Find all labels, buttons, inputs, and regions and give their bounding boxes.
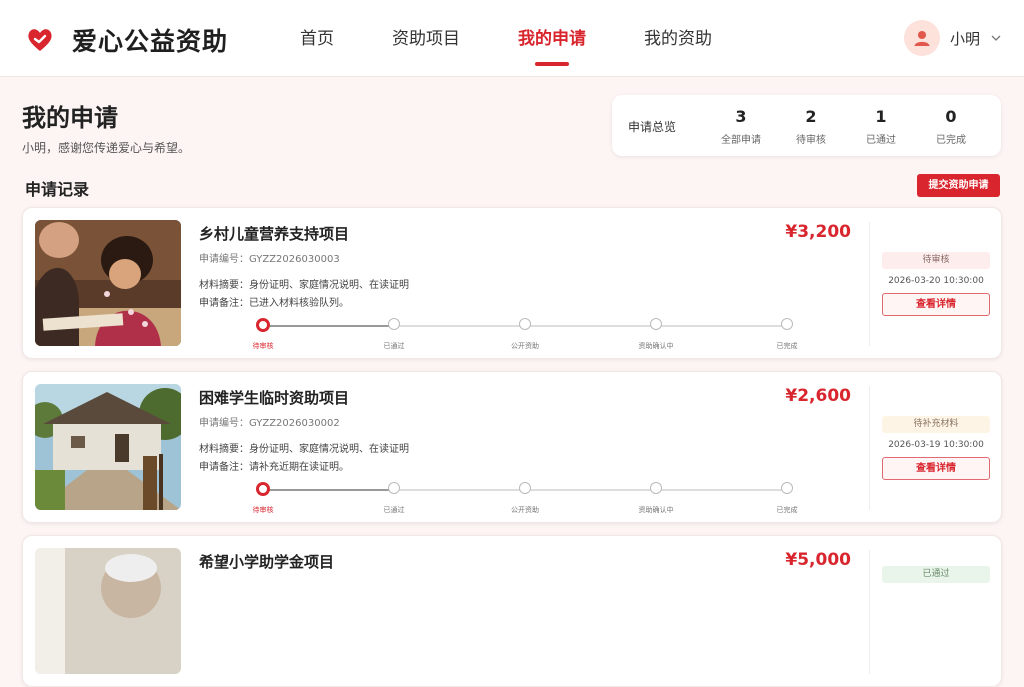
- divider: [869, 386, 870, 510]
- status-badge: 待审核: [882, 252, 990, 269]
- stat-value: 2: [805, 107, 817, 126]
- project-title: 困难学生临时资助项目: [199, 389, 350, 407]
- step-dot: [388, 318, 400, 330]
- step-dot: [519, 318, 531, 330]
- progress-line: [395, 489, 787, 491]
- step-confirming: 资助确认中: [639, 318, 674, 350]
- submitted-date: 2026-03-20 10:30:00: [888, 276, 984, 286]
- stat-value: 1: [875, 107, 887, 126]
- step-dot: [781, 318, 793, 330]
- step-completed: 已完成: [777, 482, 798, 514]
- step-confirming: 资助确认中: [639, 482, 674, 514]
- user-name: 小明: [949, 29, 980, 48]
- summary-label: 申请总览: [628, 120, 677, 134]
- step-approved: 已通过: [384, 318, 405, 350]
- step-label: 资助确认中: [638, 342, 674, 350]
- project-title: 乡村儿童营养支持项目: [199, 225, 350, 243]
- stat-completed: 0 已完成: [916, 107, 986, 146]
- step-dot: [650, 318, 662, 330]
- application-note: 申请备注：已进入材料核验队列。: [199, 298, 349, 309]
- step-completed: 已完成: [777, 318, 798, 350]
- step-dot: [781, 482, 793, 494]
- stat-approved: 1 已通过: [846, 107, 916, 146]
- application-card: 困难学生临时资助项目 申请编号：GYZZ2026030002 材料摘要：身份证明…: [22, 371, 1002, 523]
- page-title: 我的申请: [22, 104, 118, 132]
- submit-application-button[interactable]: 提交资助申请: [917, 174, 1000, 197]
- top-header: 爱心公益资助 首页 资助项目 我的申请 我的资助 小明: [0, 0, 1024, 77]
- step-label: 公开资助: [511, 342, 539, 350]
- submitted-date: 2026-03-19 10:30:00: [888, 440, 984, 450]
- application-code: 申请编号：GYZZ2026030002: [199, 418, 340, 429]
- step-label: 已完成: [776, 506, 798, 514]
- stat-label: 待审核: [796, 135, 826, 146]
- application-note: 申请备注：请补充近期在读证明。: [199, 462, 349, 473]
- step-approved: 已通过: [384, 482, 405, 514]
- brand[interactable]: 爱心公益资助: [26, 22, 228, 58]
- project-photo-village-house: [35, 384, 181, 510]
- step-public: 公开资助: [511, 318, 539, 350]
- progress-line-done: [263, 325, 395, 327]
- stat-label: 全部申请: [721, 135, 761, 146]
- step-public: 公开资助: [511, 482, 539, 514]
- step-label: 已通过: [383, 506, 405, 514]
- progress-line: [395, 325, 787, 327]
- summary-card: 申请总览 3 全部申请 2 待审核 1 已通过 0 已完成: [612, 95, 1001, 156]
- nav-my-applications-label: 我的申请: [518, 29, 586, 49]
- application-card: 希望小学助学金项目 ¥5,000 已通过: [22, 535, 1002, 687]
- nav-my-applications[interactable]: 我的申请: [518, 0, 586, 76]
- step-dot: [256, 482, 270, 496]
- step-label: 待审核: [252, 506, 274, 514]
- stat-value: 0: [945, 107, 957, 126]
- progress-line-done: [263, 489, 395, 491]
- main-nav: 首页 资助项目 我的申请 我的资助: [300, 0, 770, 76]
- project-photo-child-writing: [35, 220, 181, 346]
- divider: [869, 550, 870, 674]
- step-pending: 待审核: [253, 482, 274, 514]
- progress-tracker: 待审核 已通过 公开资助 资助确认中 已完成: [239, 313, 799, 350]
- step-label: 已通过: [383, 342, 405, 350]
- materials-summary: 材料摘要：身份证明、家庭情况说明、在读证明: [199, 444, 409, 455]
- step-label: 资助确认中: [638, 506, 674, 514]
- step-dot: [388, 482, 400, 494]
- requested-amount: ¥3,200: [785, 222, 851, 242]
- status-badge: 待补充材料: [882, 416, 990, 433]
- step-dot: [650, 482, 662, 494]
- heart-hand-logo-icon: [28, 29, 52, 51]
- user-menu[interactable]: 小明: [903, 20, 1002, 56]
- stat-label: 已完成: [936, 135, 966, 146]
- view-details-button[interactable]: 查看详情: [882, 293, 990, 316]
- nav-home[interactable]: 首页: [300, 0, 334, 76]
- step-dot: [256, 318, 270, 332]
- application-code: 申请编号：GYZZ2026030003: [199, 254, 340, 265]
- project-photo-elderly: [35, 548, 181, 674]
- requested-amount: ¥2,600: [785, 386, 851, 406]
- materials-summary: 材料摘要：身份证明、家庭情况说明、在读证明: [199, 280, 409, 291]
- step-dot: [519, 482, 531, 494]
- step-pending: 待审核: [253, 318, 274, 350]
- requested-amount: ¥5,000: [785, 550, 851, 570]
- user-icon: [914, 31, 930, 46]
- step-label: 公开资助: [511, 506, 539, 514]
- project-title: 希望小学助学金项目: [199, 553, 335, 571]
- nav-projects[interactable]: 资助项目: [392, 0, 460, 76]
- stat-value: 3: [735, 107, 747, 126]
- progress-tracker: 待审核 已通过 公开资助 资助确认中 已完成: [239, 477, 799, 514]
- app-name: 爱心公益资助: [72, 27, 229, 56]
- avatar: [903, 20, 940, 56]
- records-title: 申请记录: [25, 180, 90, 199]
- stat-pending: 2 待审核: [776, 107, 846, 146]
- page-subtitle: 小明，感谢您传递爱心与希望。: [22, 141, 191, 155]
- active-nav-indicator: [535, 62, 569, 66]
- stat-label: 已通过: [866, 135, 896, 146]
- chevron-down-icon: [991, 35, 1001, 41]
- view-details-button[interactable]: 查看详情: [882, 457, 990, 480]
- divider: [869, 222, 870, 346]
- application-card: 乡村儿童营养支持项目 申请编号：GYZZ2026030003 材料摘要：身份证明…: [22, 207, 1002, 359]
- step-label: 已完成: [776, 342, 798, 350]
- stat-total: 3 全部申请: [706, 107, 776, 146]
- status-badge: 已通过: [882, 566, 990, 583]
- nav-my-donations[interactable]: 我的资助: [644, 0, 712, 76]
- step-label: 待审核: [252, 342, 274, 350]
